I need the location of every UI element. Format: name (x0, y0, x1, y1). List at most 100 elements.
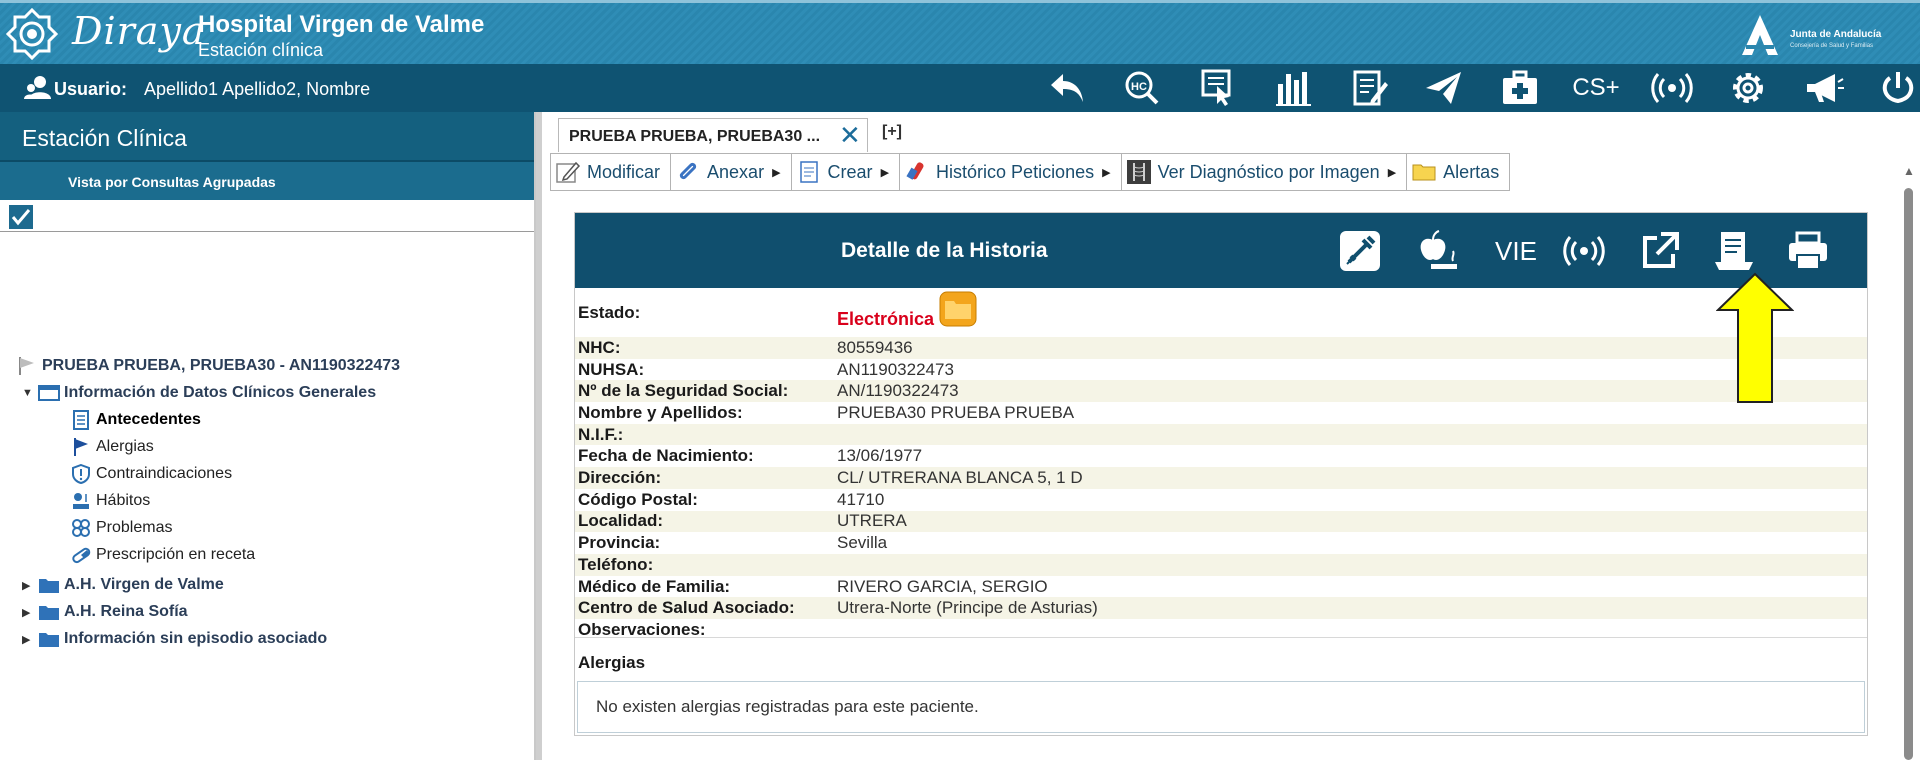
flag-icon (74, 438, 88, 456)
tab-patient[interactable]: PRUEBA PRUEBA, PRUEBA30 ... ✕ (558, 118, 868, 152)
tree-item-contraindicaciones[interactable]: Contraindicaciones (70, 462, 232, 486)
left-panel: Estación Clínica Vista por Consultas Agr… (0, 112, 536, 760)
edit-document-button[interactable] (1346, 68, 1394, 108)
folder-icon (39, 633, 59, 647)
field-row: Nombre y Apellidos: PRUEBA30 PRUEBA PRUEB… (575, 402, 1867, 424)
tree-folder-label: Información sin episodio asociado (64, 630, 328, 647)
submenu-arrow-icon: ▶ (880, 166, 890, 179)
user-label: Usuario: (54, 79, 128, 99)
grouped-view-link[interactable]: Vista por Consultas Agrupadas (0, 162, 534, 200)
collapsed-triangle-icon[interactable]: ▶ (22, 579, 32, 592)
broadcast-icon (1651, 73, 1693, 103)
tree-item-habitos[interactable]: Hábitos (70, 489, 150, 513)
left-panel-title: Estación Clínica (0, 112, 534, 162)
collapsed-triangle-icon[interactable]: ▶ (22, 606, 32, 619)
request-history-label: Histórico Peticiones (936, 161, 1095, 182)
electronic-folder-icon[interactable] (939, 291, 977, 327)
field-value: Utrera-Norte (Principe de Asturias) (837, 598, 1098, 618)
print-icon (1789, 231, 1827, 270)
document-icon (73, 410, 89, 430)
cs-plus-button[interactable]: CS+ (1572, 68, 1620, 108)
field-value: Sevilla (837, 533, 888, 553)
tree-general-node[interactable]: ▼ Información de Datos Clínicos Generale… (22, 381, 376, 405)
field-label: Fecha de Nacimiento: (578, 446, 754, 466)
field-value: AN/1190322473 (837, 381, 959, 401)
external-link-button[interactable] (1635, 227, 1685, 275)
field-label: Provincia: (578, 533, 661, 553)
collapsed-triangle-icon[interactable]: ▶ (22, 633, 32, 646)
bar-chart-icon (1276, 72, 1311, 106)
tablet-touch-icon (1201, 69, 1231, 106)
image-diagnosis-button[interactable]: Ver Diagnóstico por Imagen ▶ (1120, 153, 1407, 191)
back-button[interactable] (1044, 68, 1092, 108)
hc-search-button[interactable]: HC (1118, 68, 1166, 108)
submenu-arrow-icon: ▶ (1102, 166, 1111, 179)
user-name: Apellido1 Apellido2, Nombre (144, 79, 371, 99)
tree-item-label: Alergias (96, 438, 154, 455)
request-history-button[interactable]: Histórico Peticiones ▶ (899, 153, 1121, 191)
field-value: 80559436 (837, 337, 913, 357)
vaccine-button[interactable] (1335, 227, 1385, 275)
add-tab-button[interactable]: [+] (882, 123, 902, 141)
expanded-triangle-icon[interactable]: ▼ (22, 387, 33, 399)
allergies-empty-text: No existen alergias registradas para est… (596, 697, 979, 716)
detail-header: Detalle de la Historia VIE (575, 213, 1867, 288)
tablet-button[interactable] (1194, 68, 1242, 108)
vertical-scrollbar-thumb[interactable] (1904, 188, 1913, 760)
lifestyle-button[interactable] (1415, 227, 1465, 275)
paperclip-icon (679, 162, 697, 180)
print-button[interactable] (1783, 227, 1833, 275)
statistics-button[interactable] (1270, 68, 1318, 108)
tree-folder-reina-sofia[interactable]: ▶ A.H. Reina Sofía (22, 600, 188, 624)
close-icon[interactable]: ✕ (839, 122, 861, 148)
settings-button[interactable] (1724, 68, 1772, 108)
alerts-button[interactable]: Alertas (1406, 153, 1511, 191)
tree-item-label: Problemas (96, 519, 173, 536)
hospital-title: Hospital Virgen de Valme (198, 11, 485, 38)
medical-kit-button[interactable] (1496, 68, 1544, 108)
field-label: Código Postal: (578, 489, 698, 509)
detail-broadcast-button[interactable] (1559, 227, 1609, 275)
svg-text:HC: HC (1131, 81, 1147, 93)
tree-folder-label: A.H. Virgen de Valme (64, 576, 224, 593)
detail-title: Detalle de la Historia (841, 239, 1048, 262)
allergies-title: Alergias (578, 653, 646, 672)
field-row: Nº de la Seguridad Social: AN/1190322473 (575, 380, 1867, 403)
hospital-subtitle: Estación clínica (198, 40, 324, 60)
report-button[interactable] (1709, 227, 1759, 275)
field-label: NUHSA: (578, 359, 645, 379)
attach-label: Anexar (707, 161, 765, 182)
tree-item-alergias[interactable]: Alergias (70, 435, 154, 459)
junta-emblem-icon (1742, 15, 1778, 55)
problems-icon (72, 519, 90, 537)
scroll-up-arrow-icon[interactable]: ▲ (1903, 164, 1915, 178)
create-button[interactable]: Crear ▶ (790, 153, 900, 191)
panel-resize-handle[interactable] (536, 112, 542, 760)
modify-button[interactable]: Modificar (550, 153, 671, 191)
tree-general-label: Información de Datos Clínicos Generales (64, 384, 377, 401)
settings-icon (1733, 73, 1763, 103)
tree-folder-valme[interactable]: ▶ A.H. Virgen de Valme (22, 573, 224, 597)
vie-button[interactable]: VIE (1491, 227, 1541, 275)
tree-patient-node[interactable]: PRUEBA PRUEBA, PRUEBA30 - AN1190322473 (16, 354, 400, 378)
broadcast-button[interactable] (1648, 68, 1696, 108)
submenu-arrow-icon: ▶ (1387, 166, 1397, 179)
attach-button[interactable]: Anexar ▶ (670, 153, 791, 191)
junta-subtitle: Consejería de Salud y Familias (1790, 43, 1874, 49)
logout-button[interactable] (1874, 68, 1920, 108)
tree-item-antecedentes[interactable]: Antecedentes (70, 408, 201, 432)
tree-item-problemas[interactable]: Problemas (70, 516, 172, 540)
alerts-label: Alertas (1443, 161, 1500, 182)
announcements-button[interactable] (1800, 68, 1848, 108)
send-button[interactable] (1420, 68, 1468, 108)
field-row: Provincia: Sevilla (575, 532, 1867, 554)
field-label: NHC: (578, 337, 621, 357)
tree-folder-sin-episodio[interactable]: ▶ Información sin episodio asociado (22, 627, 327, 651)
diraya-logo-icon (6, 8, 58, 60)
estado-value: Electrónica (837, 309, 935, 329)
checkbox-checked-icon[interactable] (8, 204, 34, 230)
tree-item-prescripcion[interactable]: Prescripción en receta (70, 543, 255, 567)
tree-item-label: Prescripción en receta (96, 546, 256, 563)
field-row: NUHSA: AN1190322473 (575, 359, 1867, 381)
report-icon (1715, 232, 1753, 270)
